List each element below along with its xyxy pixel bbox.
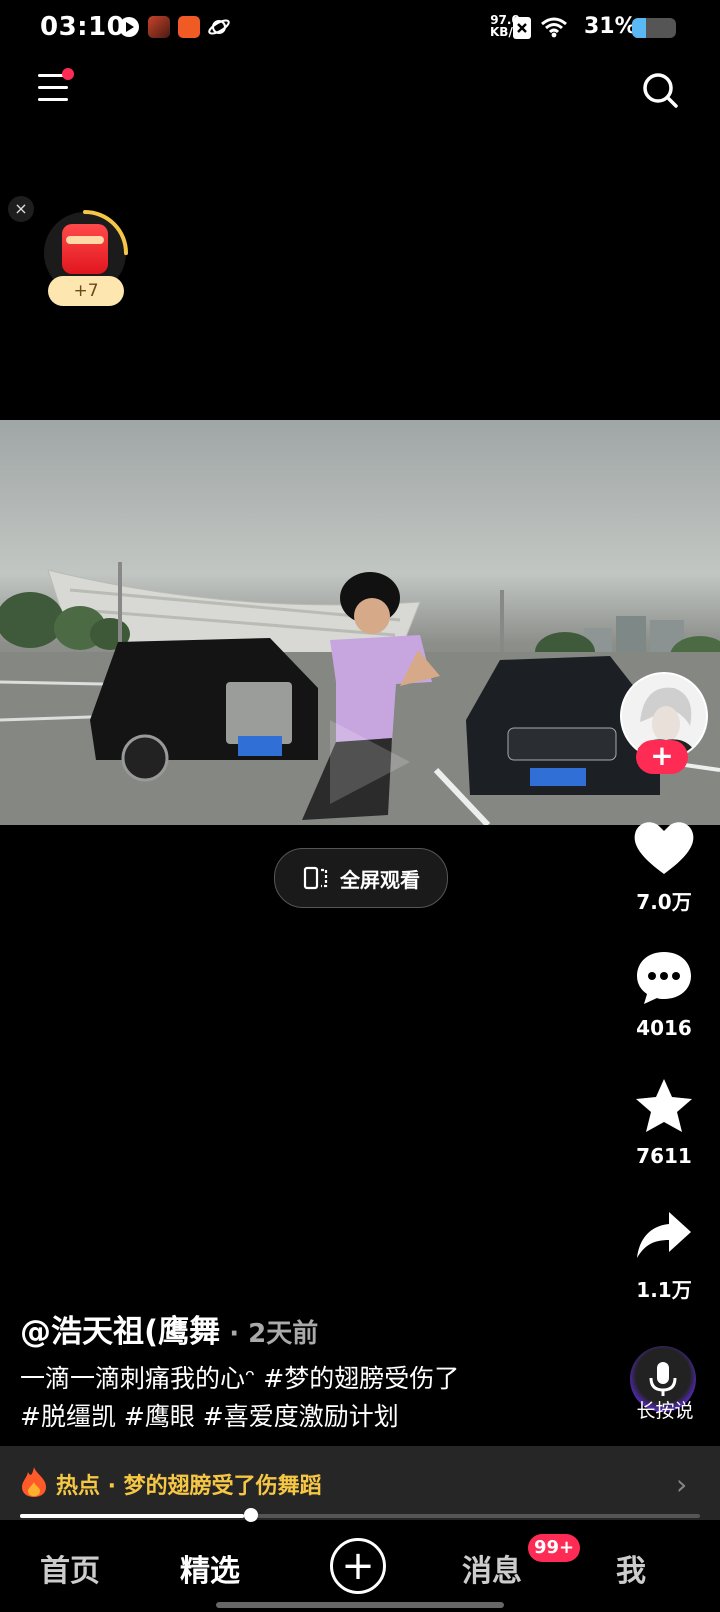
app-icon: [178, 16, 200, 38]
description-line-1[interactable]: 一滴一滴刺痛我的心ᵔ #梦的翅膀受伤了: [20, 1360, 580, 1398]
fire-icon: [22, 1467, 46, 1497]
video-progress-knob[interactable]: [244, 1508, 258, 1522]
status-app-icons: [118, 16, 230, 38]
follow-button[interactable]: +: [636, 740, 688, 774]
share-icon: [637, 1212, 691, 1258]
hot-topic-text: 热点 · 梦的翅膀受了伤舞蹈: [56, 1474, 322, 1499]
author-line: @浩天祖(鹰舞 · 2天前: [20, 1306, 318, 1351]
menu-button[interactable]: [38, 68, 74, 108]
battery-percent: 31%: [584, 14, 637, 39]
video-progress-fill: [20, 1514, 245, 1518]
notification-dot: [62, 68, 74, 80]
tab-home[interactable]: 首页: [40, 1546, 100, 1590]
share-button[interactable]: 1.1万: [624, 1208, 704, 1303]
video-player[interactable]: [0, 420, 720, 825]
fullscreen-label: 全屏观看: [340, 867, 420, 892]
video-progress-bar[interactable]: [20, 1514, 700, 1518]
close-widget-button[interactable]: ×: [8, 196, 34, 222]
create-button[interactable]: +: [330, 1538, 386, 1594]
tab-me[interactable]: 我: [616, 1546, 646, 1590]
post-date: · 2天前: [220, 1319, 319, 1349]
voice-label: 长按说: [636, 1400, 694, 1422]
game-icon: [148, 16, 170, 38]
video-frame-image: [0, 562, 720, 825]
fullscreen-rotate-icon: [303, 866, 328, 890]
favorite-button[interactable]: 7611: [624, 1078, 704, 1168]
status-bar: 03:10 97.0 KB/s 31%: [0, 0, 720, 56]
battery-icon: [632, 18, 676, 38]
comment-icon: [637, 952, 691, 1004]
battery-level: [632, 18, 646, 38]
author-name[interactable]: @浩天祖(鹰舞: [20, 1314, 220, 1350]
chevron-right-icon: ›: [676, 1468, 688, 1501]
planet-icon: [208, 19, 230, 35]
clock: 03:10: [40, 12, 126, 42]
comment-count: 4016: [636, 1016, 692, 1040]
messages-badge: 99+: [528, 1534, 581, 1562]
video-description: 一滴一滴刺痛我的心ᵔ #梦的翅膀受伤了 #脱缰凯 #鹰眼 #喜爱度激励计划: [20, 1360, 580, 1436]
wifi-icon: [541, 17, 567, 38]
fullscreen-button[interactable]: 全屏观看: [274, 848, 448, 908]
favorite-count: 7611: [636, 1144, 692, 1168]
search-icon[interactable]: [640, 70, 680, 110]
no-sim-icon: [513, 17, 531, 39]
play-icon: [119, 17, 139, 37]
share-count: 1.1万: [636, 1278, 692, 1302]
comment-button[interactable]: 4016: [624, 950, 704, 1040]
star-icon: [636, 1079, 692, 1132]
tab-messages[interactable]: 消息: [462, 1546, 522, 1590]
red-packet-reward: +7: [48, 276, 124, 306]
tab-featured[interactable]: 精选: [180, 1546, 240, 1590]
home-indicator: [216, 1602, 504, 1608]
like-button[interactable]: 7.0万: [624, 820, 704, 915]
like-count: 7.0万: [636, 890, 692, 914]
heart-icon: [634, 822, 694, 874]
red-packet-icon: [62, 224, 108, 274]
description-line-2[interactable]: #脱缰凯 #鹰眼 #喜爱度激励计划: [20, 1398, 580, 1436]
